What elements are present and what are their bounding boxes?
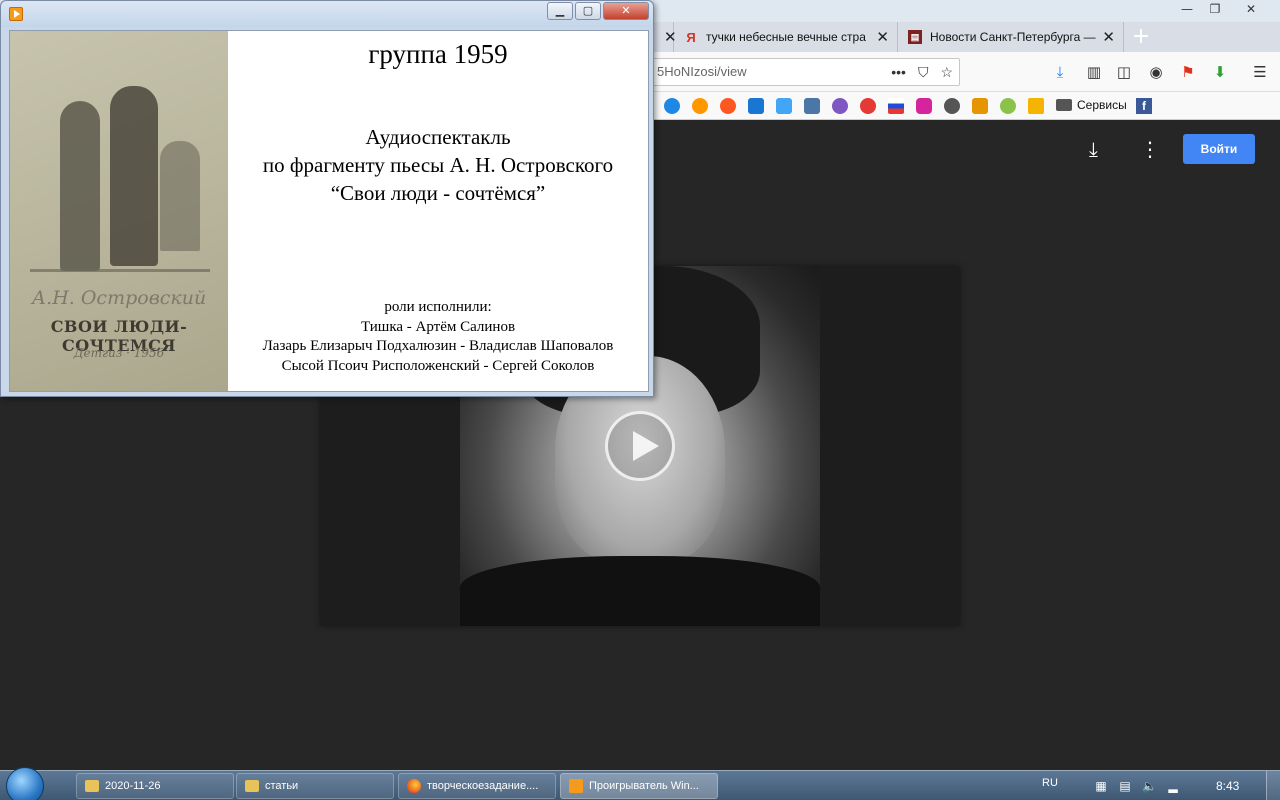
book-cover: А.Н. Островский СВОИ ЛЮДИ-СОЧТЕМСЯ Детги… (10, 31, 228, 391)
taskbar: 2020-11-26 статьи творческоезадание.... … (0, 767, 1280, 800)
taskbar-label: Проигрыватель Win... (589, 780, 699, 792)
player-content: А.Н. Островский СВОИ ЛЮДИ-СОЧТЕМСЯ Детги… (9, 30, 649, 392)
bookmark-mail-icon[interactable] (972, 98, 988, 114)
cast-item: Лазарь Елизарыч Подхалюзин - Владислав Ш… (262, 338, 614, 354)
taskbar-label: статьи (265, 780, 299, 792)
download-icon[interactable]: ⤓ (1089, 137, 1098, 161)
download-icon[interactable]: ⤓ (1050, 62, 1070, 82)
page-actions-icon[interactable]: ••• (891, 59, 906, 85)
play-icon[interactable] (605, 411, 675, 481)
bookmark-edge-icon[interactable] (664, 98, 680, 114)
bookmark-copyright-icon[interactable] (860, 98, 876, 114)
cast-item: Тишка - Артём Салинов (360, 318, 516, 335)
media-player-window: ▁ ▢ ✕ А.Н. Островский СВОИ ЛЮДИ-СОЧТЕМСЯ… (0, 0, 654, 397)
url-bar[interactable]: 5HoNIzosi/view ••• ⛉ ☆ (640, 58, 960, 86)
news-icon: ▤ (908, 30, 922, 44)
media-player-icon (9, 7, 23, 21)
more-options-icon[interactable]: ⋮ (1140, 137, 1160, 161)
pocket-icon[interactable]: ⛉ (918, 59, 929, 85)
start-button[interactable] (6, 767, 44, 800)
bookmark-instagram-icon[interactable] (916, 98, 932, 114)
language-indicator[interactable]: RU (1042, 777, 1058, 789)
tab-close-icon[interactable]: ✕ (1102, 28, 1115, 46)
close-icon[interactable]: ✕ (1236, 0, 1266, 18)
taskbar-item-folder-2020[interactable]: 2020-11-26 (76, 773, 234, 799)
yandex-icon: Я (686, 29, 696, 45)
account-icon[interactable]: ◉ (1146, 62, 1166, 82)
bookmark-services-folder[interactable]: Сервисы (1056, 98, 1127, 112)
media-player-icon (569, 779, 583, 793)
cover-chair (160, 141, 200, 251)
bookmark-swim-icon[interactable] (748, 98, 764, 114)
taskbar-label: творческоезадание.... (427, 780, 539, 792)
group-heading: группа 1959 (368, 39, 508, 69)
clock[interactable]: 8:43 (1216, 779, 1239, 793)
player-text-panel: группа 1959 Аудиоспектакль по фрагменту … (228, 31, 648, 391)
action-center-icon[interactable]: ▦ (1094, 779, 1108, 793)
bookmark-globe-icon[interactable] (944, 98, 960, 114)
tab-partial[interactable]: ✕ (656, 22, 677, 52)
tab-yandex[interactable]: Я тучки небесные вечные стра ✕ (676, 22, 898, 52)
library-icon[interactable]: ▥ (1084, 62, 1104, 82)
cast-item: Сысой Псоич Рисположенский - Сергей Соко… (281, 357, 595, 374)
taskbar-item-media-player[interactable]: Проигрыватель Win... (560, 773, 718, 799)
extension-bookmark-icon[interactable]: ⚑ (1178, 62, 1198, 82)
thumbnail-shirt (460, 556, 820, 626)
folder-icon (245, 780, 259, 792)
taskbar-label: 2020-11-26 (105, 780, 161, 792)
folder-icon (1056, 99, 1072, 111)
maximize-icon[interactable]: ▢ (575, 2, 601, 20)
close-icon[interactable]: ✕ (603, 2, 649, 20)
show-desktop-button[interactable] (1266, 771, 1280, 800)
cover-floor (30, 269, 210, 272)
volume-icon[interactable]: 🔈 (1142, 779, 1157, 793)
url-actions: ••• ⛉ ☆ (891, 59, 953, 85)
tab-label: тучки небесные вечные стра (706, 30, 866, 44)
description-line: Аудиоспектакль (365, 125, 511, 149)
taskbar-item-firefox[interactable]: творческоезадание.... (398, 773, 556, 799)
bookmark-circle-icon[interactable] (832, 98, 848, 114)
description-line: по фрагменту пьесы А. Н. Островского (262, 153, 614, 177)
bookmark-check-icon[interactable] (776, 98, 792, 114)
tab-close-icon[interactable]: ✕ (664, 28, 677, 46)
minimize-icon[interactable]: — (1172, 0, 1202, 18)
bookmark-facebook-icon[interactable]: f (1136, 98, 1152, 114)
tab-label: Новости Санкт-Петербурга — (930, 30, 1096, 44)
cover-author: А.Н. Островский (31, 287, 207, 309)
restore-icon[interactable]: ❐ (1200, 0, 1230, 18)
cover-figure-right (110, 86, 158, 266)
new-tab-icon[interactable]: + (1128, 24, 1154, 50)
taskbar-item-folder-articles[interactable]: статьи (236, 773, 394, 799)
cast-list: роли исполнили: Тишка - Артём Салинов Ла… (228, 298, 648, 376)
player-titlebar[interactable]: ▁ ▢ ✕ (1, 1, 653, 27)
url-text: 5HoNIzosi/view (657, 64, 747, 79)
cast-title: роли исполнили: (384, 299, 492, 315)
cover-figure-left (60, 101, 100, 271)
network-adapter-icon[interactable]: ▤ (1118, 779, 1132, 793)
services-label: Сервисы (1077, 98, 1127, 112)
folder-icon (85, 780, 99, 792)
sidebar-icon[interactable]: ◫ (1114, 62, 1134, 82)
minimize-icon[interactable]: ▁ (547, 2, 573, 20)
firefox-icon (407, 779, 421, 793)
bookmark-russia-flag-icon[interactable] (888, 98, 904, 114)
tab-news[interactable]: ▤ Новости Санкт-Петербурга — ✕ (900, 22, 1124, 52)
login-button[interactable]: Войти (1183, 134, 1255, 164)
bookmark-57-icon[interactable] (1000, 98, 1016, 114)
menu-icon[interactable]: ☰ (1250, 62, 1270, 82)
bookmark-vk-icon[interactable] (804, 98, 820, 114)
bookmark-envelope-icon[interactable] (1028, 98, 1044, 114)
description-line: “Свои люди - сочтёмся” (330, 181, 546, 205)
tab-close-icon[interactable]: ✕ (876, 28, 889, 46)
cover-publisher: Детгиз · 1956 (73, 346, 165, 360)
extension-download-icon[interactable]: ⬇ (1210, 62, 1230, 82)
play-description: Аудиоспектакль по фрагменту пьесы А. Н. … (228, 123, 648, 207)
bookmark-c-icon[interactable] (720, 98, 736, 114)
signal-icon[interactable]: ▂ (1166, 779, 1180, 793)
bookmark-star-icon[interactable]: ☆ (940, 59, 953, 85)
bookmark-odnoklassniki-icon[interactable] (692, 98, 708, 114)
